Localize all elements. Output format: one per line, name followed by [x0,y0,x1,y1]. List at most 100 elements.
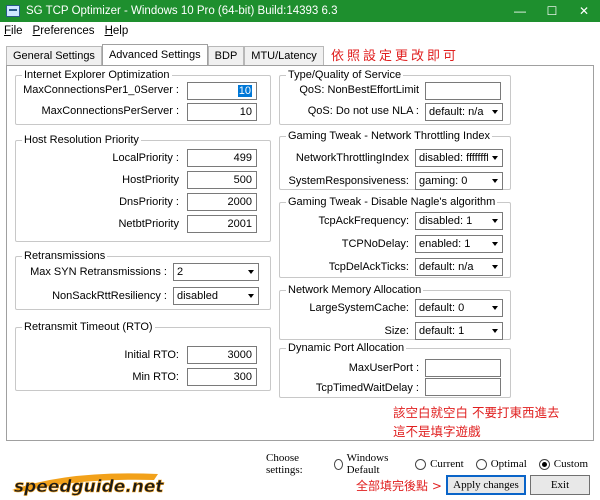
exit-button[interactable]: Exit [530,475,590,495]
menu-file-rest: ile [11,25,23,37]
label-host-priority: HostPriority [122,174,179,186]
select-qos-nla[interactable]: default: n/a [425,103,503,121]
tab-general-settings[interactable]: General Settings [6,46,102,66]
bottom-bar: Choose settings: Windows Default Current… [0,442,600,500]
group-qos-legend: Type/Quality of Service [288,69,402,81]
label-large-system-cache: LargeSystemCache: [309,302,409,314]
apply-note: 全部填完後點 > [356,479,442,493]
input-min-rto[interactable]: 300 [187,368,257,386]
label-maxconn-1-0: MaxConnectionsPer1_0Server : [23,84,179,96]
radio-windows-default-label: Windows Default [346,452,389,476]
label-initial-rto: Initial RTO: [124,349,179,361]
label-tcp-ack-frequency: TcpAckFrequency: [318,215,409,227]
select-throttling-index[interactable]: disabled: ffffffff [415,149,503,167]
choose-settings-row: Choose settings: Windows Default Current… [266,452,600,476]
radio-current[interactable]: Current [415,458,464,470]
input-maxconn-server[interactable]: 10 [187,103,257,121]
instruction-note: 依照設定更改即可 [331,49,460,64]
chevron-down-icon [488,150,502,166]
radio-windows-default[interactable]: Windows Default [334,452,403,476]
chevron-down-icon [488,323,502,339]
input-maxconn-1-0[interactable]: 10 [187,82,257,100]
radio-optimal[interactable]: Optimal [475,458,527,470]
select-system-responsiveness[interactable]: gaming: 0 [415,172,503,190]
group-hostres-legend: Host Resolution Priority [24,134,139,146]
choose-settings-label: Choose settings: [266,452,303,476]
radio-dot-icon [475,458,487,470]
input-host-priority[interactable]: 500 [187,171,257,189]
group-nagle-legend: Gaming Tweak - Disable Nagle's algorithm [288,196,496,208]
chevron-down-icon [244,264,258,280]
input-local-priority[interactable]: 499 [187,149,257,167]
input-maxconn-1-0-value: 10 [237,85,252,97]
select-qos-nla-value: default: n/a [429,106,484,118]
select-nonsack[interactable]: disabled [173,287,259,305]
label-max-user-port: MaxUserPort : [348,362,419,374]
label-nonsack: NonSackRttResiliency : [52,290,167,302]
maximize-button[interactable]: ☐ [536,0,568,22]
input-initial-rto[interactable]: 3000 [187,346,257,364]
label-max-syn: Max SYN Retransmissions : [30,266,167,278]
select-size[interactable]: default: 1 [415,322,503,340]
group-dynport-legend: Dynamic Port Allocation [288,342,405,354]
select-size-value: default: 1 [419,325,465,337]
radio-optimal-label: Optimal [490,458,527,470]
tab-mtu-latency[interactable]: MTU/Latency [244,46,324,66]
select-max-syn[interactable]: 2 [173,263,259,281]
select-tcp-no-delay-value: enabled: 1 [419,238,471,250]
input-qos-nonbesteffort[interactable] [425,82,501,100]
radio-custom-label: Custom [553,458,588,470]
apply-changes-button[interactable]: Apply changes [446,475,526,495]
input-netbt-priority[interactable]: 2001 [187,215,257,233]
group-retrans-legend: Retransmissions [24,250,106,262]
tab-advanced-settings[interactable]: Advanced Settings [101,44,208,66]
input-tcp-timed-wait-delay[interactable] [425,378,501,396]
chevron-down-icon [244,288,258,304]
label-min-rto: Min RTO: [132,371,179,383]
label-tcp-timed-wait-delay: TcpTimedWaitDelay : [315,382,419,394]
group-throttling-legend: Gaming Tweak - Network Throttling Index [288,130,490,142]
group-netmem-legend: Network Memory Allocation [288,284,422,296]
blank-note-line-2: 這不是填字遊戲 [393,424,481,439]
select-tcp-del-ack-ticks[interactable]: default: n/a [415,258,503,276]
speedguide-logo: speedguide.net [12,473,165,496]
select-large-system-cache[interactable]: default: 0 [415,299,503,317]
select-tcp-ack-frequency-value: disabled: 1 [419,215,473,227]
label-qos-nla: QoS: Do not use NLA : [307,105,419,117]
chevron-down-icon [488,259,502,275]
title-bar: SG TCP Optimizer - Windows 10 Pro (64-bi… [0,0,600,22]
radio-dot-icon [334,458,343,470]
select-tcp-del-ack-ticks-value: default: n/a [419,261,474,273]
select-tcp-ack-frequency[interactable]: disabled: 1 [415,212,503,230]
menu-help-mnemonic: H [104,25,113,37]
input-dns-priority[interactable]: 2000 [187,193,257,211]
radio-dot-icon [415,458,427,470]
tab-strip: General Settings Advanced Settings BDP M… [6,44,324,66]
radio-dot-checked-icon [538,458,550,470]
label-local-priority: LocalPriority : [112,152,179,164]
window-title: SG TCP Optimizer - Windows 10 Pro (64-bi… [26,5,338,17]
label-netbt-priority: NetbtPriority [118,218,179,230]
chevron-down-icon [488,213,502,229]
menu-preferences-rest: references [40,25,95,37]
select-large-system-cache-value: default: 0 [419,302,465,314]
chevron-down-icon [488,104,502,120]
select-tcp-no-delay[interactable]: enabled: 1 [415,235,503,253]
label-dns-priority: DnsPriority : [119,196,179,208]
minimize-button[interactable]: — [504,0,536,22]
menu-bar: File Preferences Help [0,22,600,40]
menu-help[interactable]: Help [105,25,129,37]
radio-current-label: Current [430,458,464,470]
label-tcp-del-ack-ticks: TcpDelAckTicks: [328,261,409,273]
close-button[interactable]: ✕ [568,0,600,22]
radio-custom[interactable]: Custom [538,458,588,470]
menu-preferences[interactable]: Preferences [33,25,95,37]
select-max-syn-value: 2 [177,266,184,278]
group-rto-legend: Retransmit Timeout (RTO) [24,321,153,333]
group-ie-legend: Internet Explorer Optimization [24,69,170,81]
chevron-down-icon [488,236,502,252]
tab-bdp[interactable]: BDP [207,46,245,66]
menu-file[interactable]: File [4,25,23,37]
label-maxconn-server: MaxConnectionsPerServer : [41,105,179,117]
input-max-user-port[interactable] [425,359,501,377]
